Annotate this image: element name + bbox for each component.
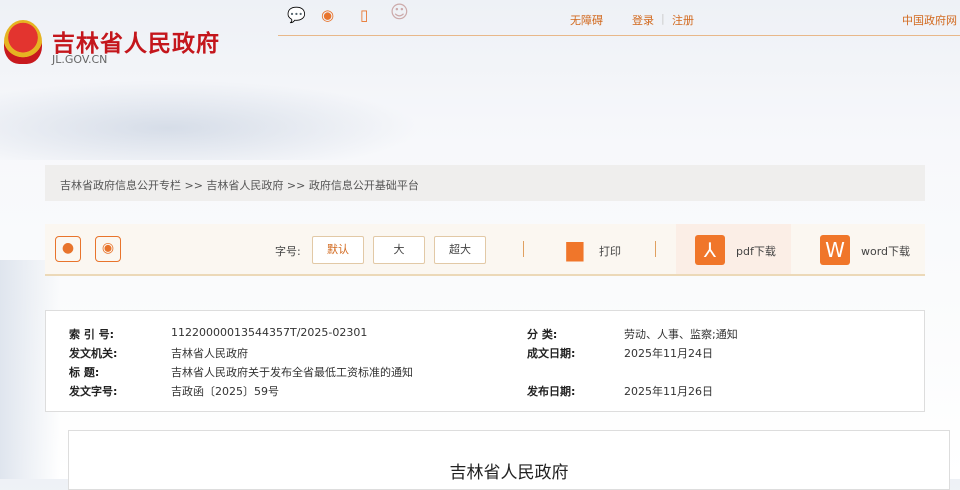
national-emblem-logo: [4, 20, 42, 64]
breadcrumb[interactable]: 吉林省政府信息公开专栏 >> 吉林省人民政府 >> 政府信息公开基础平台: [45, 165, 925, 201]
date-written-value: 2025年11月24日: [624, 347, 713, 360]
meta-row: 发文字号: 吉政函〔2025〕59号 发布日期: 2025年11月26日: [69, 383, 909, 401]
background-mountains: [0, 80, 420, 160]
issuer-label: 发文机关:: [69, 347, 118, 360]
divider: [655, 241, 656, 257]
publish-date-label: 发布日期:: [527, 385, 576, 398]
gov-portal-link[interactable]: 中国政府网: [902, 12, 957, 28]
printer-icon[interactable]: ▆: [560, 235, 590, 265]
header-divider: [278, 35, 960, 36]
register-link[interactable]: 注册: [672, 12, 694, 28]
title-value: 吉林省人民政府关于发布全省最低工资标准的通知: [171, 366, 413, 379]
toolbar: ● ◉ 字号: 默认 大 超大 ▆ 打印 ⅄ pdf下载 W word下载: [45, 224, 925, 276]
share-wechat-icon[interactable]: ●: [55, 236, 81, 262]
share-weibo-icon[interactable]: ◉: [95, 236, 121, 262]
date-written-label: 成文日期:: [527, 347, 576, 360]
doc-number-label: 发文字号:: [69, 385, 118, 398]
document-metadata: 索 引 号: 11220000013544357T/2025-02301 分 类…: [45, 310, 925, 412]
divider: [523, 241, 524, 257]
font-size-label: 字号:: [275, 245, 301, 258]
font-xlarge-button[interactable]: 超大: [434, 236, 486, 264]
word-download-button[interactable]: word下载: [861, 243, 910, 259]
category-value: 劳动、人事、监察;通知: [624, 328, 738, 341]
wechat-icon[interactable]: 💬: [287, 6, 306, 24]
accessibility-link[interactable]: 无障碍: [570, 12, 603, 28]
category-label: 分 类:: [527, 328, 558, 341]
doc-number-value: 吉政函〔2025〕59号: [171, 385, 279, 398]
title-label: 标 题:: [69, 366, 100, 379]
mobile-icon[interactable]: ▯: [360, 6, 368, 24]
meta-row: 发文机关: 吉林省人民政府 成文日期: 2025年11月24日: [69, 345, 909, 363]
font-large-button[interactable]: 大: [373, 236, 425, 264]
document-heading: 吉林省人民政府: [449, 463, 569, 483]
pdf-icon[interactable]: ⅄: [695, 235, 725, 265]
word-icon[interactable]: W: [820, 235, 850, 265]
meta-row: 标 题: 吉林省人民政府关于发布全省最低工资标准的通知: [69, 364, 909, 382]
pdf-download-button[interactable]: pdf下载: [736, 243, 776, 259]
document-body: 吉林省人民政府: [68, 430, 950, 490]
mascot-icon[interactable]: ☺: [390, 2, 409, 23]
login-link[interactable]: 登录: [632, 12, 654, 28]
link-divider: |: [661, 12, 665, 25]
font-default-button[interactable]: 默认: [312, 236, 364, 264]
publish-date-value: 2025年11月26日: [624, 385, 713, 398]
site-domain: JL.GOV.CN: [52, 53, 108, 66]
weibo-icon[interactable]: ◉: [321, 6, 334, 24]
issuer-value: 吉林省人民政府: [171, 347, 248, 360]
print-button[interactable]: 打印: [599, 243, 621, 259]
index-value: 11220000013544357T/2025-02301: [171, 326, 368, 339]
meta-row: 索 引 号: 11220000013544357T/2025-02301 分 类…: [69, 326, 909, 344]
index-label: 索 引 号:: [69, 328, 115, 341]
